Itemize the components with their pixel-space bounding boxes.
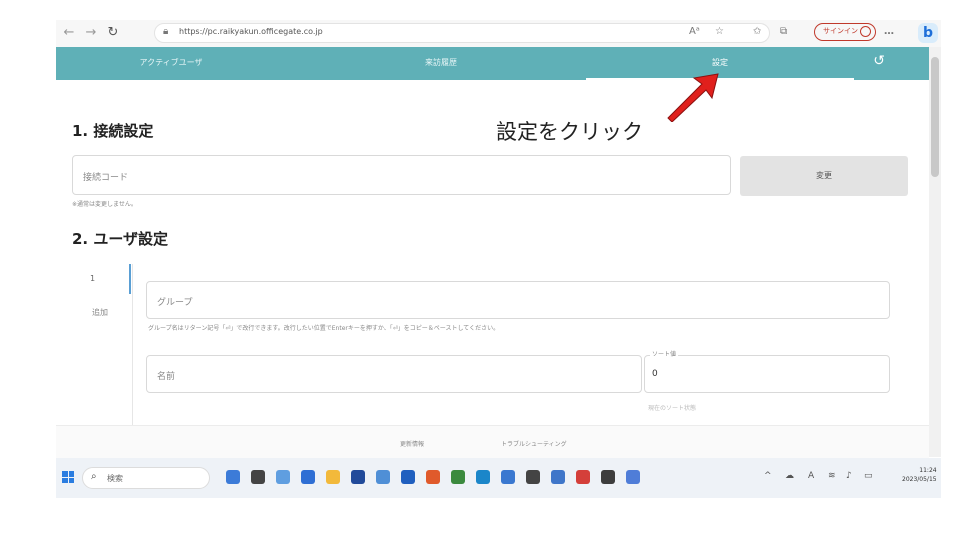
screenshot: ← → ↻ 🔒︎ https://pc.raikyakun.officegate…: [56, 20, 941, 498]
taskbar-app-icon[interactable]: [426, 470, 440, 484]
ime-icon[interactable]: A: [808, 471, 814, 481]
lock-icon: 🔒︎: [163, 26, 169, 37]
tab-visit-history[interactable]: 来訪履歴: [386, 47, 496, 80]
taskbar-app-icon[interactable]: [451, 470, 465, 484]
footer-link-troubleshooting[interactable]: トラブルシューティング: [501, 439, 567, 448]
taskbar-app-icon[interactable]: [526, 470, 540, 484]
taskbar-search-label: 検索: [107, 474, 123, 483]
name-placeholder: 名前: [157, 372, 176, 382]
taskbar-app-icon[interactable]: [401, 470, 415, 484]
change-button[interactable]: 変更: [740, 156, 908, 196]
scroll-thumb[interactable]: [931, 57, 939, 177]
forward-icon[interactable]: →: [82, 24, 100, 42]
sort-value-label: ソート値: [650, 349, 679, 358]
user-tab-1[interactable]: 1: [90, 274, 95, 283]
taskbar-app-icon[interactable]: [551, 470, 565, 484]
app-navbar: アクティブユーザ 来訪履歴 設定 ↺: [56, 47, 929, 80]
taskbar-app-icon[interactable]: [501, 470, 515, 484]
connection-note: ※通常は変更しません。: [72, 201, 137, 208]
tab-active-users[interactable]: アクティブユーザ: [116, 47, 226, 80]
taskbar-clock[interactable]: 11:24 2023/05/15: [902, 466, 937, 484]
clock-date: 2023/05/15: [902, 476, 937, 483]
sort-value-input[interactable]: [644, 355, 890, 393]
signin-button[interactable]: サインイン: [814, 23, 876, 41]
collections-icon[interactable]: ⧉: [780, 26, 787, 37]
wifi-icon[interactable]: ≋: [828, 471, 836, 481]
tray-chevron-icon[interactable]: ^: [764, 471, 772, 481]
clock-time: 11:24: [919, 467, 937, 474]
favorites-icon[interactable]: ✩: [753, 26, 761, 37]
volume-icon[interactable]: ♪: [846, 471, 852, 481]
taskbar-app-icon[interactable]: [301, 470, 315, 484]
battery-icon[interactable]: ▭: [864, 471, 873, 481]
page-footer: 更新情報 トラブルシューティング: [56, 425, 929, 459]
browser-toolbar: ← → ↻ 🔒︎ https://pc.raikyakun.officegate…: [56, 20, 941, 47]
profile-icon: [860, 26, 871, 37]
footer-link-updates[interactable]: 更新情報: [400, 439, 424, 448]
taskbar-app-icon[interactable]: [351, 470, 365, 484]
search-icon: ⌕: [91, 471, 97, 482]
tab-divider: [132, 264, 133, 434]
group-input[interactable]: グループ: [146, 281, 890, 319]
annotation-text: 設定をクリック: [496, 120, 643, 144]
taskbar-app-icon[interactable]: [476, 470, 490, 484]
favorite-add-icon[interactable]: ☆: [715, 26, 724, 37]
taskbar-search[interactable]: ⌕ 検索: [82, 467, 210, 489]
signin-label: サインイン: [823, 27, 858, 35]
taskbar-app-icon[interactable]: [251, 470, 265, 484]
section-connection-title: 1. 接続設定: [72, 122, 154, 140]
more-menu-icon[interactable]: …: [884, 26, 894, 37]
taskbar-app-icon[interactable]: [276, 470, 290, 484]
page-scrollbar[interactable]: [929, 47, 941, 457]
reload-icon[interactable]: ↻: [104, 24, 122, 42]
group-placeholder: グループ: [157, 298, 193, 308]
taskbar-app-icon[interactable]: [326, 470, 340, 484]
refresh-icon[interactable]: ↺: [873, 53, 885, 69]
windows-start-icon[interactable]: [62, 471, 74, 483]
sort-value: 0: [652, 369, 658, 379]
taskbar-app-icon[interactable]: [601, 470, 615, 484]
address-bar[interactable]: 🔒︎ https://pc.raikyakun.officegate.co.jp: [154, 23, 770, 43]
back-icon[interactable]: ←: [60, 24, 78, 42]
active-tab-indicator: [129, 264, 131, 294]
windows-taskbar: ⌕ 検索 ^ ☁ A ≋ ♪ ▭ 11:24 2023/05/15: [56, 458, 941, 498]
section-user-title: 2. ユーザ設定: [72, 230, 169, 248]
taskbar-app-icon[interactable]: [626, 470, 640, 484]
taskbar-app-icon[interactable]: [226, 470, 240, 484]
address-url: https://pc.raikyakun.officegate.co.jp: [179, 27, 323, 36]
annotation-arrow-icon: [667, 73, 719, 122]
tray-cloud-icon[interactable]: ☁: [785, 471, 794, 481]
group-help-text: グループ名はリターン記号「⏎」で改行できます。改行したい位置でEnterキーを押…: [148, 325, 500, 332]
sort-current-link[interactable]: 現在のソート状態: [648, 403, 696, 412]
user-tab-add[interactable]: 追加: [92, 307, 108, 318]
taskbar-app-icon[interactable]: [576, 470, 590, 484]
bing-copilot-icon[interactable]: b: [918, 23, 938, 43]
name-input[interactable]: 名前: [146, 355, 642, 393]
connection-code-input[interactable]: 接続コード: [72, 155, 731, 195]
connection-code-placeholder: 接続コード: [83, 173, 129, 183]
taskbar-app-icon[interactable]: [376, 470, 390, 484]
read-aloud-icon[interactable]: Aᵃ: [689, 26, 700, 37]
